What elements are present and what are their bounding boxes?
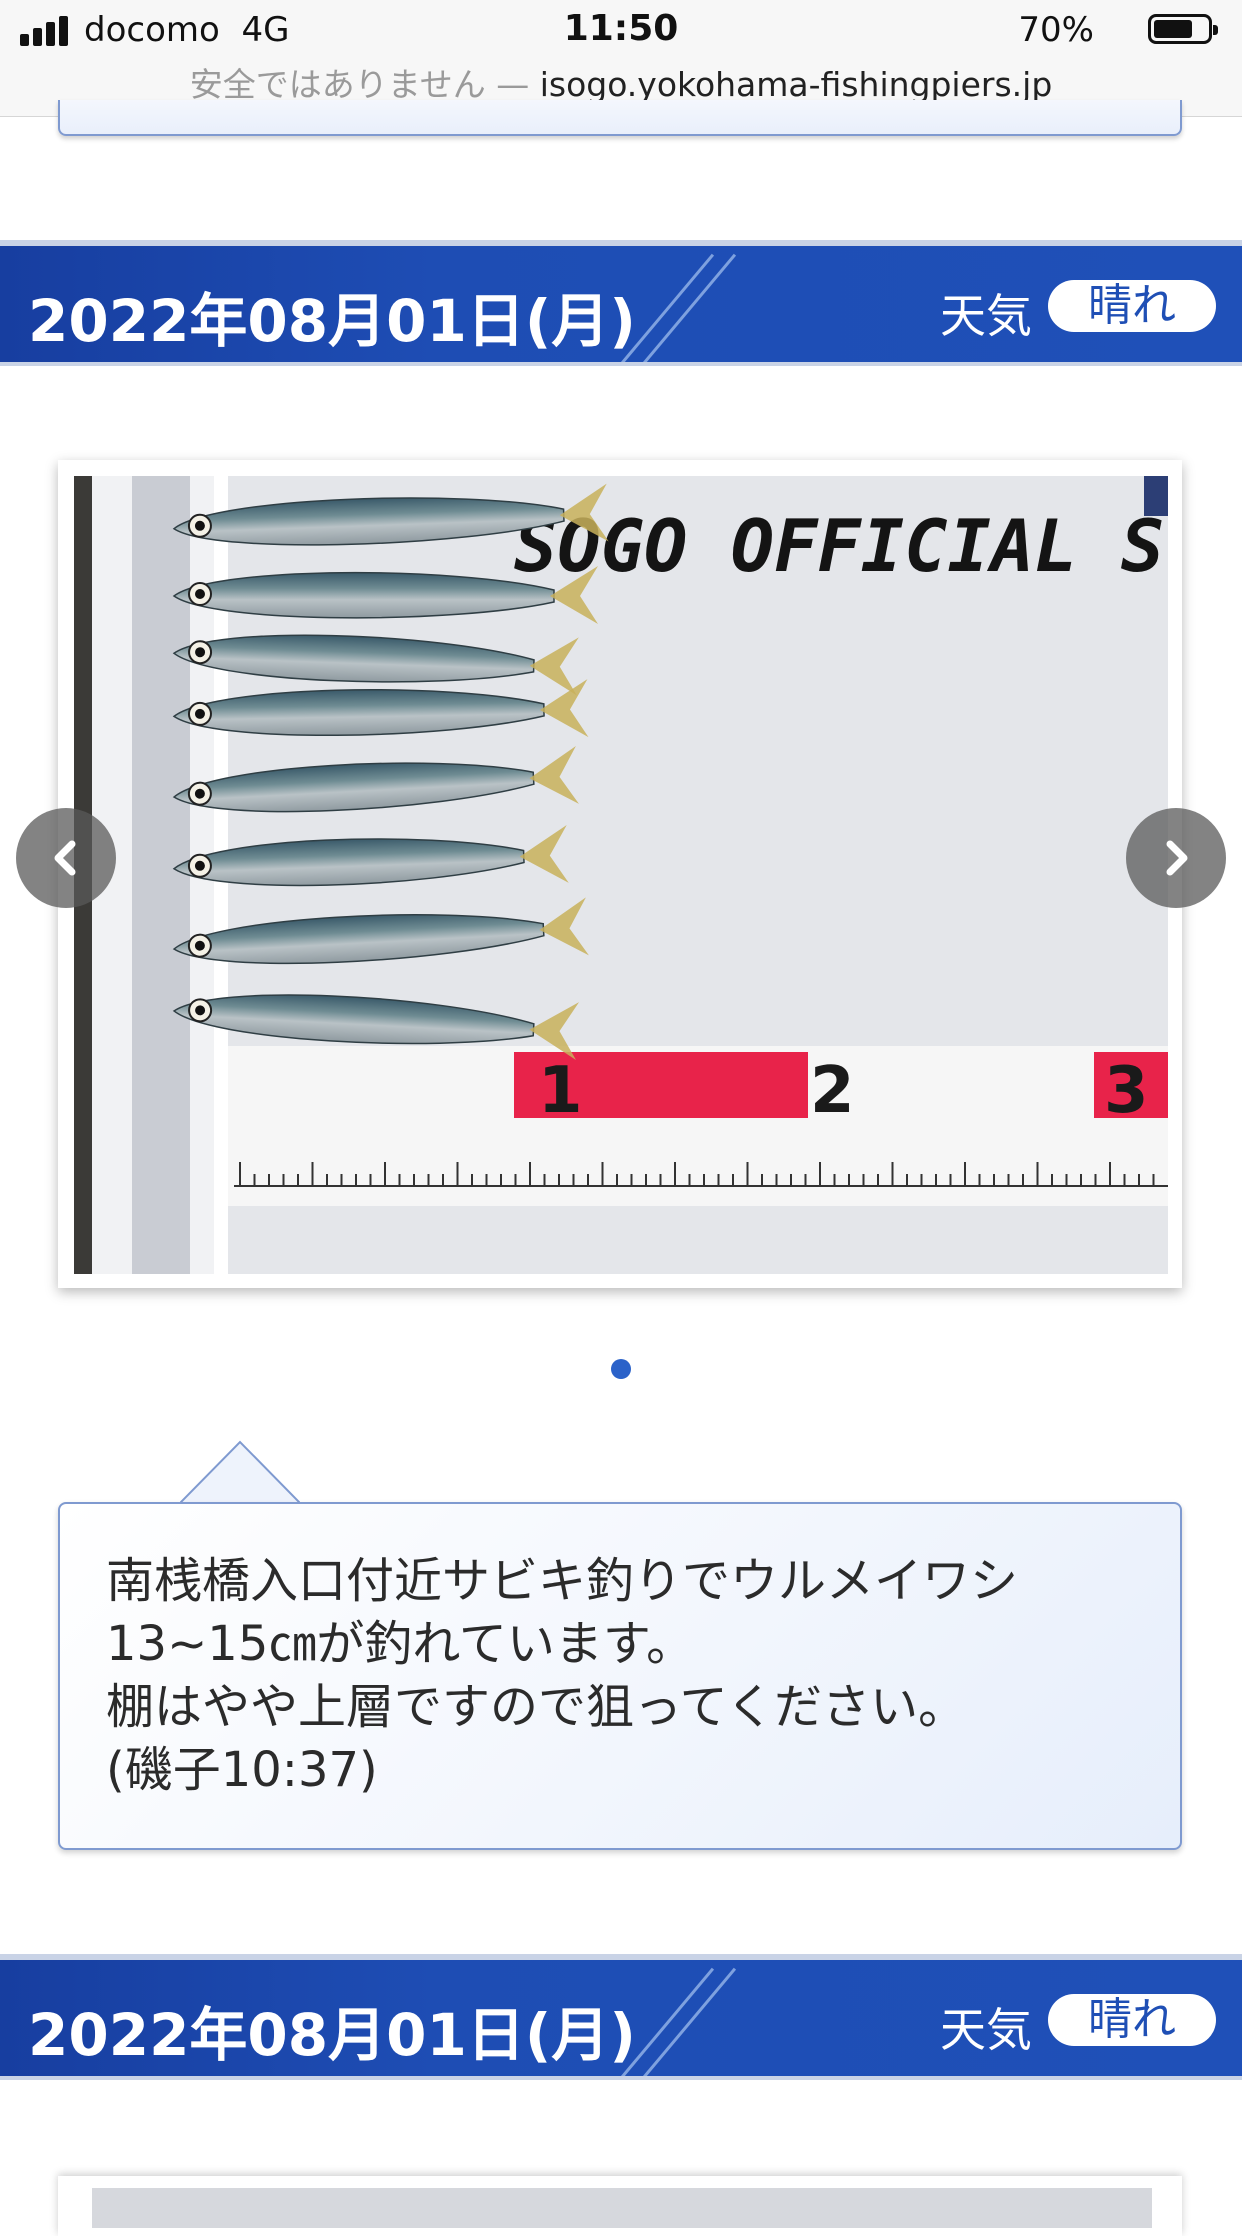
ruler-label-2: 2 [810, 1054, 855, 1128]
speech-bubble-tip [180, 1440, 300, 1504]
weather-label: 天気 [940, 289, 1032, 343]
next-photo-slide[interactable] [58, 2176, 1182, 2236]
comment-text: 南桟橋入口付近サビキ釣りでウルメイワシ 13~15㎝が釣れています。 棚はやや上… [106, 1553, 1019, 1798]
photo-slide[interactable]: SOGO OFFICIAL SC 1 2 3 [58, 460, 1182, 1288]
date-header: 2022年08月01日(月) 天気 晴れ [0, 1954, 1242, 2080]
date-header: 2022年08月01日(月) 天気 晴れ [0, 240, 1242, 366]
chevron-right-icon [1166, 840, 1188, 876]
carousel-next-button[interactable] [1126, 808, 1226, 908]
fish-on-board-illustration: SOGO OFFICIAL SC 1 2 3 [74, 476, 1168, 1274]
weather-badge: 晴れ [1048, 280, 1216, 332]
carousel-dot-active[interactable] [611, 1359, 631, 1379]
weather-badge: 晴れ [1048, 1994, 1216, 2046]
carousel-prev-button[interactable] [16, 808, 116, 908]
insecure-warning: 安全ではありません — [189, 65, 540, 104]
ruler-label-1: 1 [538, 1054, 583, 1128]
chevron-left-icon [54, 840, 76, 876]
next-catch-photo [92, 2188, 1152, 2228]
previous-comment-card [58, 100, 1182, 136]
entry-date: 2022年08月01日(月) [28, 2001, 636, 2069]
ruler-label-3: 3 [1104, 1054, 1149, 1128]
weather-label: 天気 [940, 2003, 1032, 2057]
catch-comment: 南桟橋入口付近サビキ釣りでウルメイワシ 13~15㎝が釣れています。 棚はやや上… [58, 1502, 1182, 1850]
url-host: isogo.yokohama-fishingpiers.jp [539, 65, 1053, 104]
battery-percent: 70% [1018, 10, 1094, 50]
battery-icon [1148, 14, 1218, 44]
entry-date: 2022年08月01日(月) [28, 287, 636, 355]
sign-text: SOGO OFFICIAL SC [514, 504, 1168, 588]
address-bar[interactable]: 安全ではありません — isogo.yokohama-fishingpiers.… [0, 58, 1242, 106]
catch-photo: SOGO OFFICIAL SC 1 2 3 [74, 476, 1168, 1274]
